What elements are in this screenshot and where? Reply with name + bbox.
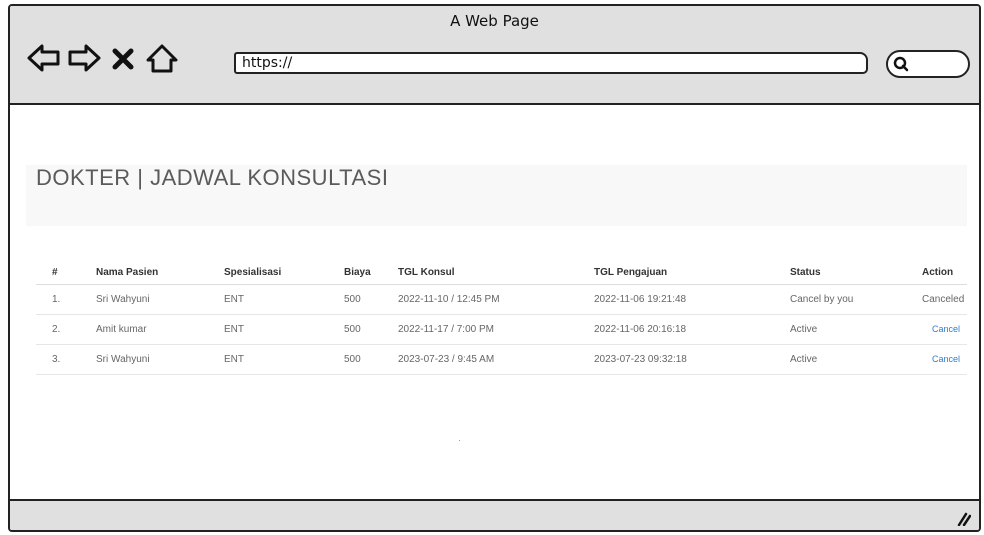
- table-row: 1. Sri Wahyuni ENT 500 2022-11-10 / 12:4…: [36, 284, 967, 315]
- url-input[interactable]: [234, 52, 868, 74]
- page-content: DOKTER | JADWAL KONSULTASI # Nama Pasien…: [10, 105, 979, 499]
- cell-request-date: 2023-07-23 09:32:18: [594, 344, 790, 375]
- table-row: 3. Sri Wahyuni ENT 500 2023-07-23 / 9:45…: [36, 344, 967, 375]
- col-header-consult-date: TGL Konsul: [398, 260, 594, 285]
- status-bar: [10, 499, 979, 530]
- col-header-action: Action: [922, 260, 967, 285]
- page-title: DOKTER | JADWAL KONSULTASI: [36, 165, 389, 190]
- cell-cost: 500: [344, 284, 398, 315]
- cell-specialization: ENT: [224, 314, 344, 345]
- browser-window: A Web Page DOKTER | JADWAL KONSULTASI: [8, 4, 981, 532]
- col-header-status: Status: [790, 260, 922, 285]
- table-row: 2. Amit kumar ENT 500 2022-11-17 / 7:00 …: [36, 314, 967, 345]
- table-header-row: # Nama Pasien Spesialisasi Biaya TGL Kon…: [36, 260, 967, 285]
- cell-status: Active: [790, 344, 922, 375]
- cell-number: 2.: [36, 314, 96, 345]
- cell-action: Canceled: [922, 284, 967, 315]
- browser-toolbar: A Web Page: [10, 6, 979, 105]
- cell-cost: 500: [344, 314, 398, 345]
- resize-grip-icon[interactable]: [955, 510, 971, 526]
- cell-patient-name: Amit kumar: [96, 314, 224, 345]
- cancel-link[interactable]: Cancel: [922, 354, 960, 364]
- stray-dot: [459, 440, 460, 441]
- appointments-table: # Nama Pasien Spesialisasi Biaya TGL Kon…: [36, 260, 967, 375]
- close-icon[interactable]: [110, 42, 136, 74]
- cell-request-date: 2022-11-06 19:21:48: [594, 284, 790, 315]
- cell-number: 3.: [36, 344, 96, 375]
- cell-request-date: 2022-11-06 20:16:18: [594, 314, 790, 345]
- cell-status: Cancel by you: [790, 284, 922, 315]
- search-input[interactable]: [886, 50, 970, 78]
- cell-specialization: ENT: [224, 344, 344, 375]
- search-icon: [893, 56, 909, 72]
- col-header-cost: Biaya: [344, 260, 398, 285]
- home-icon[interactable]: [146, 42, 178, 74]
- cell-cost: 500: [344, 344, 398, 375]
- cell-action: Cancel: [922, 344, 967, 375]
- cancel-link[interactable]: Cancel: [922, 324, 960, 334]
- cell-number: 1.: [36, 284, 96, 315]
- cell-patient-name: Sri Wahyuni: [96, 344, 224, 375]
- cell-status: Active: [790, 314, 922, 345]
- cell-patient-name: Sri Wahyuni: [96, 284, 224, 315]
- col-header-specialization: Spesialisasi: [224, 260, 344, 285]
- cell-consult-date: 2022-11-17 / 7:00 PM: [398, 314, 594, 345]
- cell-specialization: ENT: [224, 284, 344, 315]
- window-title: A Web Page: [450, 12, 539, 30]
- cell-action: Cancel: [922, 314, 967, 345]
- col-header-request-date: TGL Pengajuan: [594, 260, 790, 285]
- forward-arrow-icon[interactable]: [66, 42, 102, 74]
- col-header-patient-name: Nama Pasien: [96, 260, 224, 285]
- back-arrow-icon[interactable]: [26, 42, 62, 74]
- cell-consult-date: 2022-11-10 / 12:45 PM: [398, 284, 594, 315]
- page-header: DOKTER | JADWAL KONSULTASI: [26, 165, 967, 226]
- canceled-label: Canceled: [922, 294, 965, 305]
- col-header-number: #: [36, 260, 96, 285]
- cell-consult-date: 2023-07-23 / 9:45 AM: [398, 344, 594, 375]
